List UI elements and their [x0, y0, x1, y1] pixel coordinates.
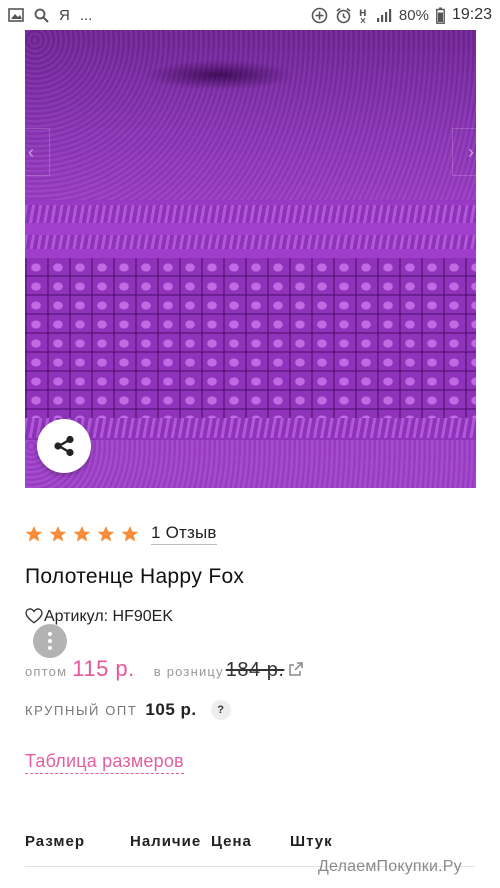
bulk-price-row: крупный опт 105 р. ? [25, 700, 231, 720]
external-link-icon[interactable] [288, 661, 304, 677]
wholesale-label: оптом [25, 664, 68, 679]
wholesale-price: 115 р. [72, 656, 135, 681]
h-plus-icon: H [359, 7, 369, 24]
column-header-price: Цена [211, 833, 252, 850]
star-icon [49, 525, 67, 542]
sku-label: Артикул: HF90EK [44, 608, 174, 625]
product-title: Полотенце Happy Fox [25, 565, 245, 588]
star-icon [73, 525, 91, 542]
more-options-button[interactable] [33, 624, 67, 658]
notifications-overflow: ... [79, 6, 93, 24]
dot [48, 639, 52, 643]
towel-border-stripe [25, 235, 476, 249]
battery-percent: 80% [398, 6, 429, 24]
dot [48, 646, 52, 650]
carousel-next-button[interactable]: › [452, 128, 490, 176]
star-icon [97, 525, 115, 542]
share-icon [54, 435, 74, 457]
alarm-icon [335, 7, 352, 24]
towel-waffle-band [25, 258, 476, 418]
watermark: ДелаемПокупки.Ру [318, 858, 462, 875]
size-chart-link[interactable]: Таблица размеров [25, 751, 184, 774]
svg-text:H: H [359, 9, 367, 19]
signal-icon [376, 8, 392, 23]
column-header-quantity: Штук [290, 833, 333, 850]
dot [48, 632, 52, 636]
retail-price: 184 р. [225, 659, 285, 681]
status-bar: Я ... H 80% 19:23 [0, 0, 500, 30]
battery-icon [436, 7, 445, 24]
price-row: оптом 115 р. в розницу 184 р. [25, 656, 304, 682]
search-icon [34, 8, 49, 23]
chevron-right-icon: › [468, 141, 474, 162]
reviews-link[interactable]: 1 Отзыв [151, 523, 217, 545]
image-icon [8, 8, 24, 22]
data-saver-icon [311, 7, 328, 24]
column-header-stock: Наличие [130, 833, 202, 850]
product-image[interactable] [25, 30, 476, 488]
towel-terry-texture [25, 440, 476, 488]
heart-icon[interactable] [25, 607, 43, 625]
help-button[interactable]: ? [210, 700, 231, 720]
column-header-size: Размер [25, 833, 86, 850]
carousel-prev-button[interactable]: ‹ [12, 128, 50, 176]
sizes-table-header: Размер Наличие Цена Штук [0, 830, 500, 854]
clock: 19:23 [451, 6, 492, 23]
share-button[interactable] [37, 419, 91, 473]
chevron-left-icon: ‹ [28, 141, 34, 162]
retail-label: в розницу [153, 664, 224, 679]
app-letter: Я [59, 6, 70, 24]
towel-shadow [145, 60, 295, 90]
star-icon [121, 525, 139, 542]
towel-terry-texture [25, 30, 476, 200]
rating: 1 Отзыв [25, 523, 217, 545]
towel-border-stripe [25, 418, 476, 438]
towel-border-stripe [25, 205, 476, 223]
bulk-label: крупный опт [25, 702, 138, 718]
star-icon [25, 525, 43, 542]
bulk-price: 105 р. [145, 700, 197, 719]
rating-stars [25, 525, 139, 543]
